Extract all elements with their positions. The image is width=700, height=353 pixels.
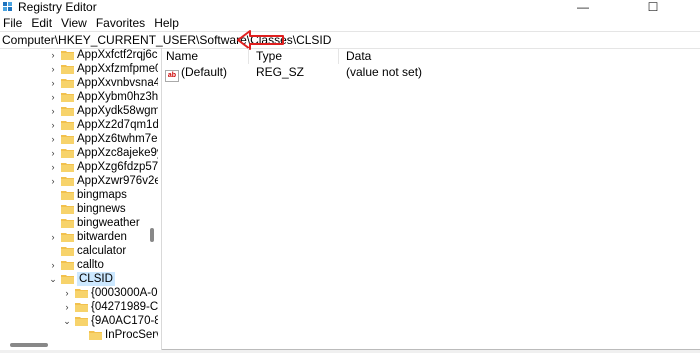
column-header-name[interactable]: Name <box>162 48 250 64</box>
tree-item[interactable]: ›AppXz6twhm7e3a <box>48 132 159 146</box>
value-type: REG_SZ <box>256 65 305 79</box>
expand-chevron-icon[interactable]: › <box>48 132 58 146</box>
tree-item-label: bitwarden <box>77 231 127 243</box>
folder-icon <box>61 233 74 242</box>
folder-icon <box>89 331 102 340</box>
folder-icon <box>61 107 74 116</box>
tree-item[interactable]: › callto <box>48 258 104 272</box>
expand-chevron-icon[interactable]: › <box>48 174 58 188</box>
tree-item[interactable]: ⌄{9A0AC170-87 <box>62 314 158 328</box>
folder-icon <box>61 149 74 158</box>
minimize-icon: — <box>577 0 589 14</box>
tree-scroll-thumb[interactable] <box>150 228 154 242</box>
registry-key-tree[interactable]: ›AppXxfctf2rqj6c7l›AppXxfzmfpme06›AppXxv… <box>0 48 158 348</box>
expand-chevron-icon[interactable]: › <box>62 286 72 300</box>
tree-item[interactable]: bingmaps <box>48 188 127 202</box>
expand-chevron-icon[interactable]: › <box>62 300 72 314</box>
ab-string-icon: ab <box>165 70 179 82</box>
folder-icon <box>75 317 88 326</box>
tree-vertical-scrollbar[interactable] <box>146 48 158 338</box>
column-header-type[interactable]: Type <box>252 48 340 64</box>
tree-item-label: bingweather <box>77 217 140 229</box>
folder-icon <box>61 261 74 270</box>
expand-chevron-icon[interactable]: › <box>48 104 58 118</box>
tree-item-label: bingmaps <box>77 189 127 201</box>
menu-favorites[interactable]: Favorites <box>93 14 151 32</box>
tree-item[interactable]: › AppXydk58wgm4 <box>48 104 159 118</box>
expand-chevron-icon[interactable]: › <box>48 76 58 90</box>
tree-horizontal-scroll-thumb[interactable] <box>10 343 48 347</box>
menu-edit[interactable]: Edit <box>28 14 58 32</box>
folder-icon <box>61 205 74 214</box>
expand-chevron-icon[interactable]: › <box>48 160 58 174</box>
menu-file[interactable]: File <box>0 14 28 32</box>
tree-item[interactable]: ›{04271989-C4D <box>62 300 159 314</box>
tree-item-label: callto <box>77 259 104 271</box>
tree-item-label: calculator <box>77 245 127 257</box>
tree-item-label: bingnews <box>77 203 126 215</box>
values-list[interactable]: Name Type Data ab (Default) REG_SZ (value… <box>162 48 700 348</box>
address-bar[interactable]: Computer\HKEY_CURRENT_USER\Software\Clas… <box>0 31 700 49</box>
column-header-data[interactable]: Data <box>342 48 546 64</box>
tree-item[interactable]: ›AppXxfzmfpme06 <box>48 62 159 76</box>
expand-chevron-icon[interactable]: › <box>48 146 58 160</box>
tree-item[interactable]: bingnews <box>48 202 126 216</box>
tree-item[interactable]: bingweather <box>48 216 140 230</box>
folder-icon <box>75 303 88 312</box>
expand-chevron-icon[interactable]: ⌄ <box>62 314 72 328</box>
tree-item[interactable]: ›AppXybm0hz3h6d <box>48 90 159 104</box>
tree-item-label: CLSID <box>77 272 115 286</box>
column-divider[interactable] <box>338 48 339 64</box>
menu-help[interactable]: Help <box>151 14 185 32</box>
folder-icon <box>61 65 74 74</box>
menu-bar: File Edit View Favorites Help <box>0 14 700 32</box>
expand-chevron-icon[interactable]: › <box>48 90 58 104</box>
value-data: (value not set) <box>346 65 423 79</box>
folder-icon <box>75 289 88 298</box>
registry-editor-icon <box>3 2 12 11</box>
tree-item[interactable]: ›AppXxvnbvsna403 <box>48 76 159 90</box>
folder-icon <box>61 177 74 186</box>
folder-icon <box>61 191 74 200</box>
expand-chevron-icon[interactable]: › <box>48 230 58 244</box>
title-bar: Registry Editor — ☐ <box>0 0 700 14</box>
column-divider[interactable] <box>248 48 249 64</box>
minimize-button[interactable]: — <box>560 0 606 14</box>
folder-icon <box>61 163 74 172</box>
folder-icon <box>61 51 74 60</box>
maximize-button[interactable]: ☐ <box>630 0 676 14</box>
expand-chevron-icon[interactable]: › <box>48 62 58 76</box>
expand-chevron-icon[interactable]: › <box>48 118 58 132</box>
folder-icon <box>61 219 74 228</box>
maximize-icon: ☐ <box>647 0 659 14</box>
window-title: Registry Editor <box>18 0 97 14</box>
tree-item[interactable]: ›AppXz2d7qm1dm <box>48 118 159 132</box>
tree-item[interactable]: ›{0003000A-000 <box>62 286 159 300</box>
tree-item[interactable]: › AppXxfctf2rqj6c7l <box>48 48 159 62</box>
tree-item[interactable]: ›AppXzwr976v2e0 <box>48 174 159 188</box>
menu-view[interactable]: View <box>58 14 93 32</box>
value-name: (Default) <box>181 65 228 79</box>
expand-chevron-icon[interactable]: › <box>48 48 58 62</box>
folder-icon <box>61 247 74 256</box>
folder-icon <box>61 121 74 130</box>
tree-item[interactable]: calculator <box>48 244 126 258</box>
expand-chevron-icon[interactable]: ⌄ <box>48 272 58 286</box>
folder-icon <box>61 135 74 144</box>
tree-item[interactable]: ⌄ CLSID <box>48 272 115 286</box>
tree-item[interactable]: ›AppXzc8ajeke9yt5 <box>48 146 159 160</box>
value-name-cell[interactable]: ab (Default) <box>165 65 228 82</box>
tree-item[interactable]: › bitwarden <box>48 230 127 244</box>
folder-icon <box>61 93 74 102</box>
tree-item[interactable]: › AppXzg6fdzp57d <box>48 160 159 174</box>
folder-icon <box>61 275 74 284</box>
folder-icon <box>61 79 74 88</box>
expand-chevron-icon[interactable]: › <box>48 258 58 272</box>
